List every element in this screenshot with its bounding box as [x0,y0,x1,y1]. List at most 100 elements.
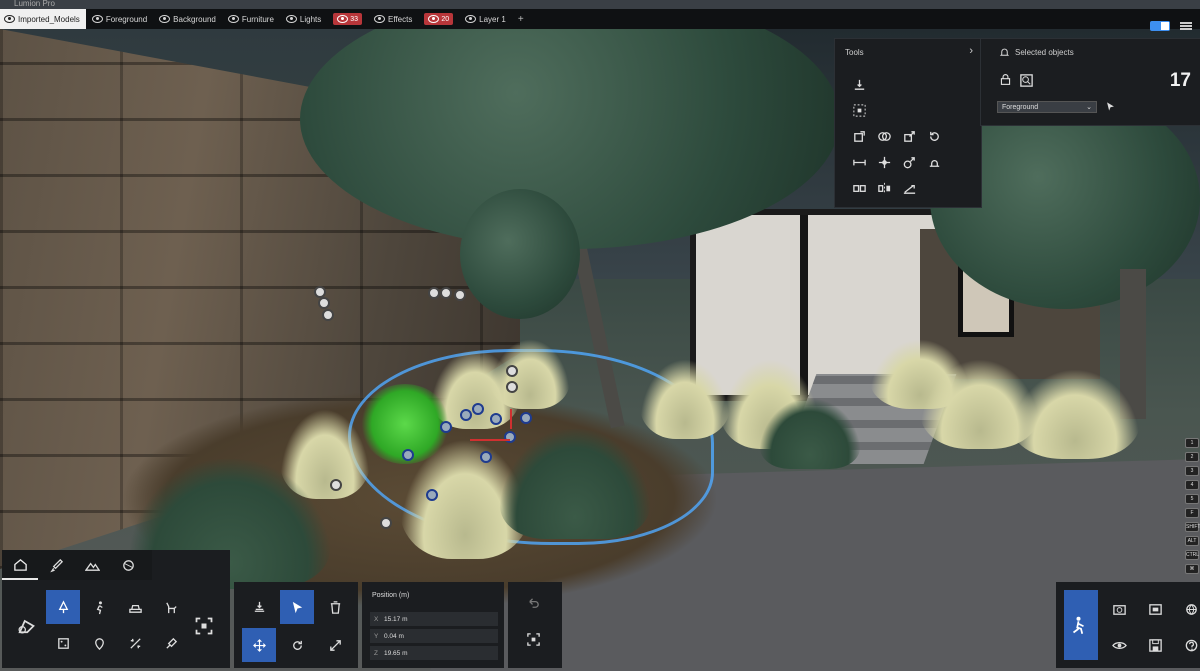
object-handle[interactable] [380,517,392,529]
chevron-right-icon[interactable]: › [969,45,973,57]
layer-tab-layer-1[interactable]: Layer 1 [461,11,512,27]
position-z-field[interactable]: Z 19.65 m [370,646,498,660]
height-icon[interactable] [922,149,946,175]
home-icon[interactable] [2,550,38,580]
layer-tab-hidden-count-2[interactable]: 20 [420,11,459,27]
resize-icon[interactable] [318,628,352,662]
key-label: ALT [1185,536,1199,546]
fit-to-surface-icon[interactable] [847,71,871,97]
rotate-icon[interactable] [922,123,946,149]
animal-icon[interactable] [154,590,188,624]
nature-icon[interactable] [46,590,80,624]
move-out-icon[interactable] [897,123,921,149]
object-handle[interactable] [472,403,484,415]
add-layer-button[interactable]: + [518,14,524,25]
materials-icon[interactable] [110,550,146,580]
person-icon[interactable] [82,590,116,624]
eye-icon[interactable] [159,15,171,23]
cursor-icon[interactable] [1105,101,1116,112]
landscape-icon[interactable] [74,550,110,580]
rotate-icon[interactable] [280,628,314,662]
layer-tab-imported-models[interactable]: Imported_Models [0,9,86,29]
light-icon[interactable] [154,626,188,660]
object-handle[interactable] [440,287,452,299]
object-handle[interactable] [428,287,440,299]
object-handle[interactable] [506,381,518,393]
position-y-field[interactable]: Y 0.04 m [370,629,498,643]
select-icon[interactable] [280,590,314,624]
object-handle[interactable] [520,412,532,424]
focus-selection-icon[interactable] [526,632,541,647]
object-handle[interactable] [402,449,414,461]
layer-tab-background[interactable]: Background [155,11,222,27]
snap-icon[interactable] [872,149,896,175]
layer-tab-furniture[interactable]: Furniture [224,11,280,27]
car-icon[interactable] [118,590,152,624]
layer-tab-effects[interactable]: Effects [370,11,418,27]
object-handle[interactable] [504,431,516,443]
object-handle[interactable] [460,409,472,421]
brush-icon[interactable] [38,550,74,580]
object-handle[interactable] [490,413,502,425]
object-handle[interactable] [506,365,518,377]
key-label: 1 [1185,438,1199,448]
camera-icon[interactable] [1102,592,1136,626]
delete-icon[interactable] [318,590,352,624]
eye-icon[interactable] [285,15,297,23]
help-icon[interactable] [1174,628,1200,662]
bell-icon[interactable] [999,47,1010,58]
select-area-icon[interactable] [847,97,871,123]
eye-icon[interactable] [4,15,15,23]
menu-icon[interactable] [1180,22,1192,30]
dark-grass[interactable] [760,399,860,469]
hidden-count-badge[interactable]: 20 [424,13,454,25]
eye-icon[interactable] [465,15,477,23]
movie-icon[interactable] [1138,592,1172,626]
globe-icon[interactable] [1174,592,1200,626]
tree-canopy-low[interactable] [460,189,580,319]
copy-place-icon[interactable] [847,123,871,149]
zoom-selection-icon[interactable] [1019,73,1034,88]
object-handle[interactable] [330,479,342,491]
object-handle[interactable] [426,489,438,501]
location-icon[interactable] [82,626,116,660]
layer-tab-foreground[interactable]: Foreground [88,11,153,27]
layer-tab-lights[interactable]: Lights [282,11,327,27]
slope-icon[interactable] [897,175,921,201]
replace-icon[interactable] [847,175,871,201]
move-icon[interactable] [242,628,276,662]
undo-icon[interactable] [526,596,541,611]
effects-icon[interactable] [118,626,152,660]
align-icon[interactable] [847,149,871,175]
shape-icon[interactable] [16,616,36,636]
dark-grass[interactable] [500,429,650,539]
object-handle[interactable] [440,421,452,433]
view-toggle[interactable] [1150,21,1170,31]
walk-icon[interactable] [1064,590,1098,660]
ornamental-grass[interactable] [1010,369,1140,459]
object-handle[interactable] [322,309,334,321]
eye-icon[interactable] [227,15,239,23]
eye-icon[interactable] [374,15,386,23]
indoor-icon[interactable] [46,626,80,660]
view-icon[interactable] [1102,628,1136,662]
layer-select[interactable]: Foreground ⌄ [997,101,1097,113]
object-handle[interactable] [454,289,466,301]
ornamental-grass[interactable] [640,359,730,439]
object-handle[interactable] [480,451,492,463]
paint-icon[interactable] [872,123,896,149]
scale-icon[interactable] [897,149,921,175]
layer-tab-hidden-count[interactable]: 33 [329,11,368,27]
gizmo-y-axis[interactable] [510,409,512,429]
hidden-count-badge[interactable]: 33 [333,13,363,25]
eye-icon[interactable] [91,15,103,23]
ornamental-grass[interactable] [490,339,570,409]
position-x-field[interactable]: X 15.17 m [370,612,498,626]
lock-icon[interactable] [999,73,1012,86]
save-icon[interactable] [1138,628,1172,662]
mirror-icon[interactable] [872,175,896,201]
gizmo-x-axis[interactable] [470,439,510,441]
place-object-icon[interactable] [242,590,276,624]
object-handle[interactable] [318,297,330,309]
frame-select-icon[interactable] [194,616,214,636]
